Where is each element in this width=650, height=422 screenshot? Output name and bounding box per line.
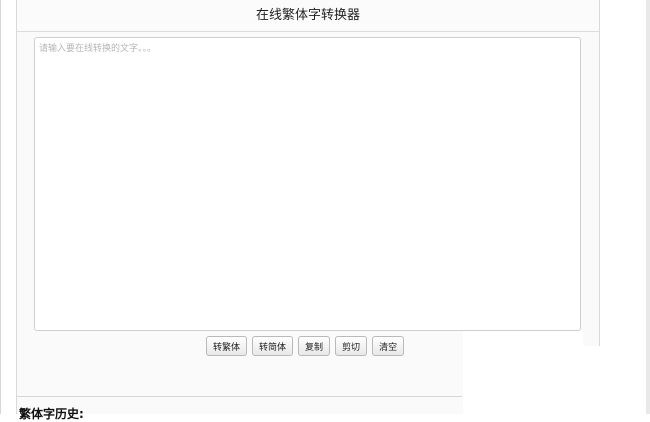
background-patch — [463, 331, 583, 414]
action-toolbar: 转繁体 转简体 复制 剪切 清空 — [206, 336, 405, 356]
cut-button[interactable]: 剪切 — [335, 336, 368, 356]
copy-button[interactable]: 复制 — [298, 336, 331, 356]
converter-panel: 在线繁体字转换器 转繁体 转简体 复制 剪切 清空 繁体字历史: — [16, 0, 617, 421]
section-divider — [17, 396, 462, 397]
background-patch — [583, 346, 617, 414]
page-border — [0, 0, 1, 414]
to-simplified-button[interactable]: 转简体 — [252, 336, 294, 356]
page-title: 在线繁体字转换器 — [17, 0, 599, 32]
text-input-area[interactable] — [34, 37, 581, 331]
window-edge — [646, 0, 650, 414]
to-traditional-button[interactable]: 转繁体 — [206, 336, 248, 356]
clear-button[interactable]: 清空 — [372, 336, 405, 356]
